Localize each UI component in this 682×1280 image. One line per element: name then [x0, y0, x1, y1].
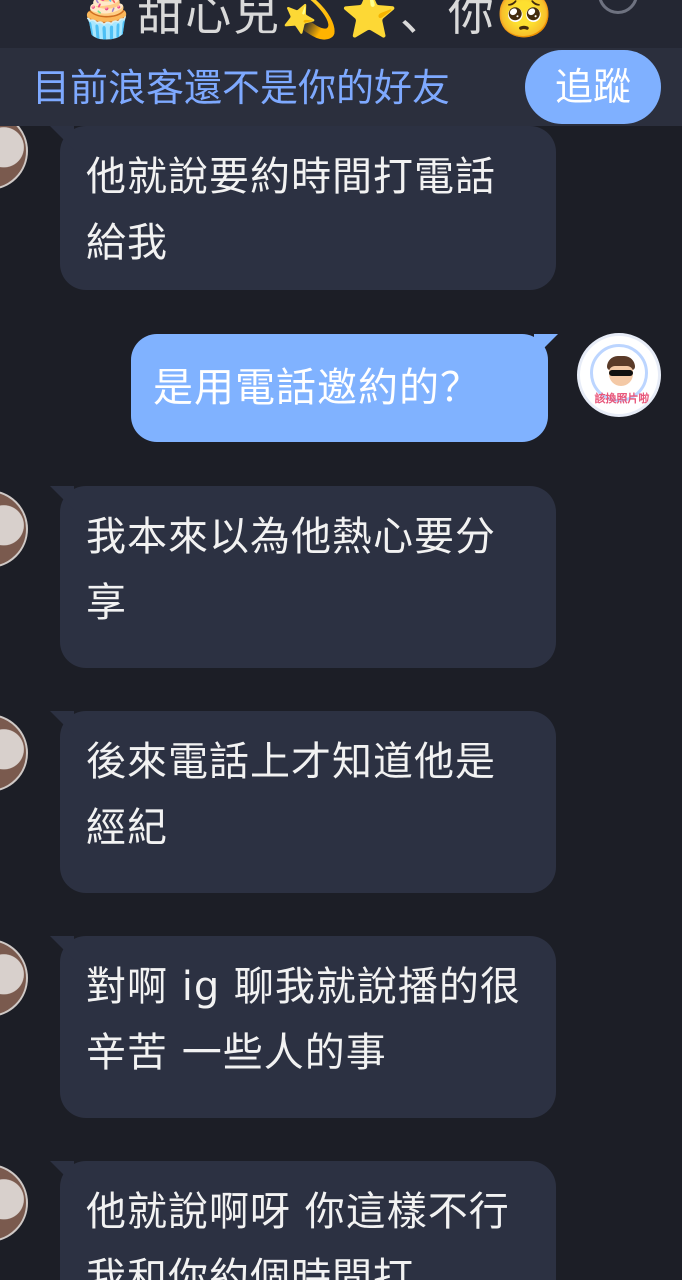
message-bubble-incoming[interactable]: 對啊 ig 聊我就說播的很辛苦 一些人的事: [60, 936, 556, 1118]
chat-screen: 🧁甜心兒💫⭐、你🥺 目前浪客還不是你的好友 追蹤 他就說要約時間打電話給我 是用…: [0, 0, 682, 1280]
follow-notice-fade: [470, 48, 530, 126]
message-list[interactable]: 他就說要約時間打電話給我 是用電話邀約的？ 該換照片啦 我本來以為他熱心要分享 …: [0, 126, 682, 1280]
message-bubble-incoming[interactable]: 我本來以為他熱心要分享: [60, 486, 556, 668]
follow-banner: 目前浪客還不是你的好友 追蹤: [0, 48, 682, 126]
close-icon[interactable]: [598, 0, 638, 14]
sender-avatar[interactable]: [0, 490, 28, 568]
message-bubble-incoming[interactable]: 後來電話上才知道他是經紀: [60, 711, 556, 893]
message-bubble-incoming[interactable]: 他就說要約時間打電話給我: [60, 126, 556, 290]
avatar-caption: 該換照片啦: [594, 392, 650, 405]
sender-avatar[interactable]: [0, 126, 28, 190]
chat-title: 🧁甜心兒💫⭐、你🥺: [78, 0, 556, 41]
chat-title-bar: 🧁甜心兒💫⭐、你🥺: [0, 0, 682, 48]
self-avatar[interactable]: 該換照片啦: [577, 333, 661, 417]
message-bubble-incoming[interactable]: 他就說啊呀 你這樣不行 我和你約個時間打: [60, 1161, 556, 1280]
sender-avatar[interactable]: [0, 939, 28, 1017]
sender-avatar[interactable]: [0, 1164, 28, 1242]
follow-notice-text: 目前浪客還不是你的好友: [32, 66, 451, 110]
message-bubble-outgoing[interactable]: 是用電話邀約的？: [131, 334, 548, 442]
avatar-glasses: [609, 370, 633, 376]
follow-button[interactable]: 追蹤: [525, 50, 661, 124]
sender-avatar[interactable]: [0, 714, 28, 792]
